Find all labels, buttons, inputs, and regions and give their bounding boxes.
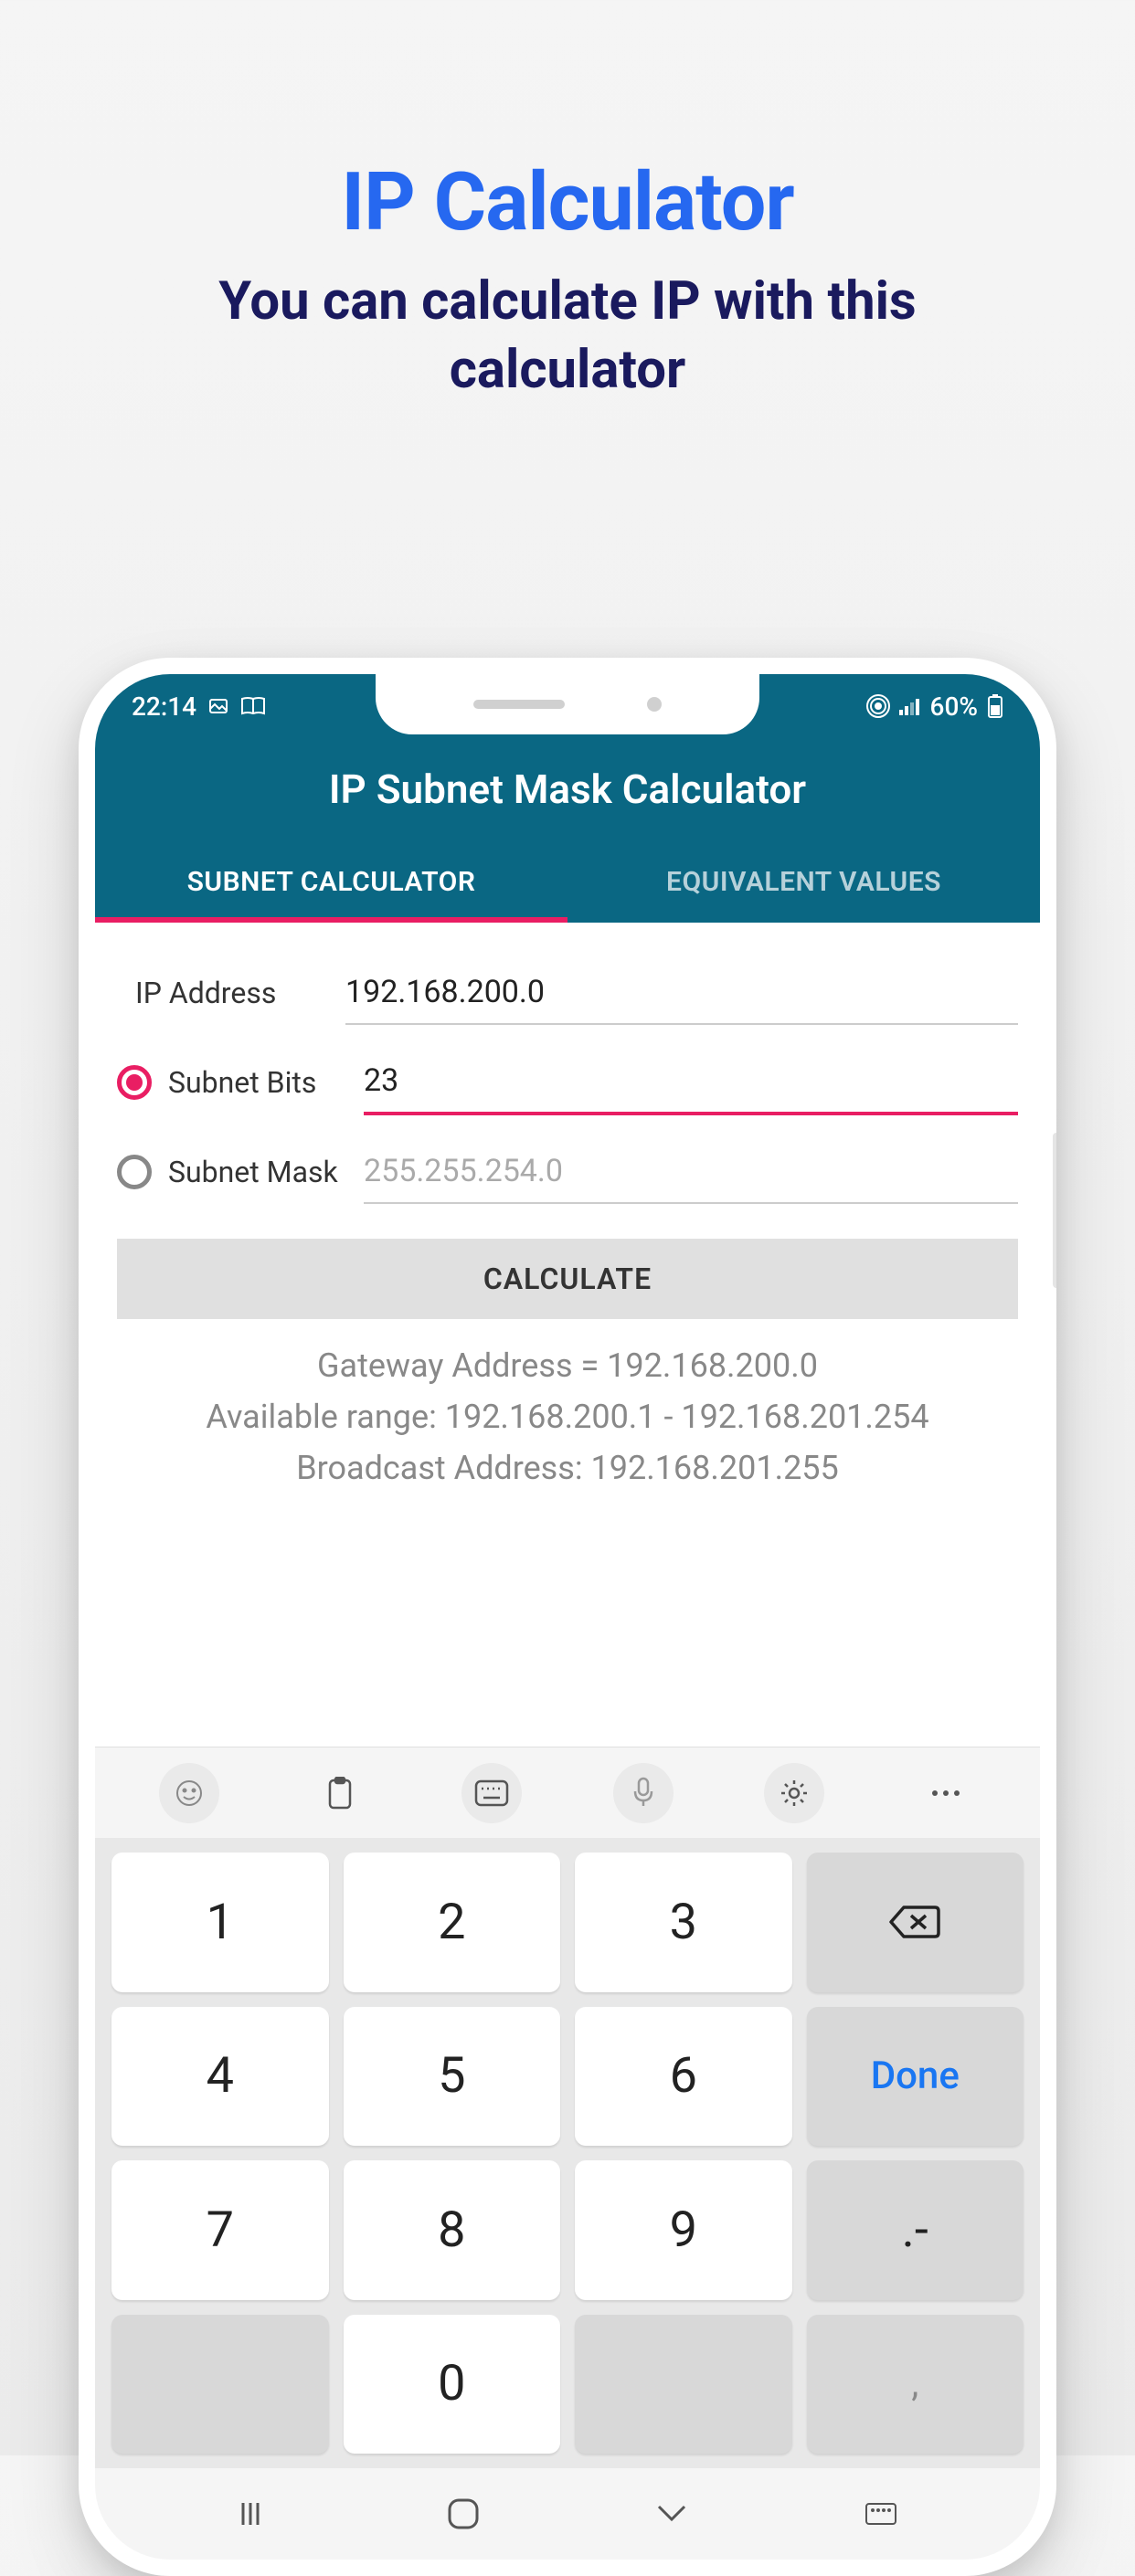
phone-camera xyxy=(647,697,662,712)
phone-mockup: 22:14 60% IP Sub xyxy=(79,658,1056,2576)
result-broadcast: Broadcast Address: 192.168.201.255 xyxy=(126,1443,1009,1494)
row-subnet-mask: Subnet Mask 255.255.254.0 xyxy=(117,1127,1018,1217)
book-icon xyxy=(240,695,266,717)
status-time: 22:14 xyxy=(132,692,196,722)
android-nav-bar xyxy=(95,2468,1040,2560)
image-icon xyxy=(207,695,229,717)
settings-icon[interactable] xyxy=(764,1763,824,1823)
subnet-bits-radio[interactable]: Subnet Bits xyxy=(117,1065,345,1100)
row-subnet-bits: Subnet Bits 23 xyxy=(117,1038,1018,1127)
key-4[interactable]: 4 xyxy=(111,2007,329,2147)
clipboard-icon[interactable] xyxy=(310,1763,370,1823)
radio-unchecked-icon xyxy=(117,1155,152,1189)
calculate-button[interactable]: CALCULATE xyxy=(117,1239,1018,1319)
signal-icon xyxy=(899,697,921,715)
key-1[interactable]: 1 xyxy=(111,1853,329,1992)
tab-bar: SUBNET CALCULATOR EQUIVALENT VALUES xyxy=(95,840,1040,923)
subnet-mask-radio[interactable]: Subnet Mask xyxy=(117,1155,345,1189)
status-battery-text: 60% xyxy=(930,692,978,722)
numeric-keyboard: 1 2 3 4 5 6 Done 7 8 9 .- 0 , xyxy=(95,1838,1040,2468)
key-7[interactable]: 7 xyxy=(111,2160,329,2300)
key-blank-left[interactable] xyxy=(111,2315,329,2455)
more-icon[interactable] xyxy=(916,1763,976,1823)
result-range: Available range: 192.168.200.1 - 192.168… xyxy=(126,1392,1009,1443)
subnet-bits-label: Subnet Bits xyxy=(168,1065,316,1100)
result-gateway: Gateway Address = 192.168.200.0 xyxy=(126,1341,1009,1392)
radio-checked-icon xyxy=(117,1065,152,1100)
microphone-icon[interactable] xyxy=(613,1763,674,1823)
promo-subtitle: You can calculate IP with this calculato… xyxy=(0,268,1135,406)
ip-address-input[interactable]: 192.168.200.0 xyxy=(345,961,1018,1025)
tab-equivalent-values[interactable]: EQUIVALENT VALUES xyxy=(568,840,1040,923)
keyboard-switch-icon[interactable] xyxy=(461,1763,522,1823)
promo-title: IP Calculator xyxy=(0,0,1135,249)
nav-home[interactable] xyxy=(436,2496,491,2532)
key-comma[interactable]: , xyxy=(807,2315,1024,2455)
tab-subnet-calculator[interactable]: SUBNET CALCULATOR xyxy=(95,840,568,923)
phone-notch xyxy=(376,674,759,734)
key-dot-dash[interactable]: .- xyxy=(807,2160,1024,2300)
subnet-mask-label: Subnet Mask xyxy=(168,1155,338,1189)
ip-address-label: IP Address xyxy=(117,976,327,1010)
nav-recents[interactable] xyxy=(227,2496,281,2532)
emoji-icon[interactable] xyxy=(159,1763,219,1823)
key-3[interactable]: 3 xyxy=(575,1853,792,1992)
subnet-mask-input[interactable]: 255.255.254.0 xyxy=(364,1140,1018,1204)
battery-icon xyxy=(987,694,1003,718)
key-6[interactable]: 6 xyxy=(575,2007,792,2147)
nav-keyboard-switch[interactable] xyxy=(854,2496,908,2532)
key-8[interactable]: 8 xyxy=(344,2160,561,2300)
keyboard-toolbar xyxy=(95,1747,1040,1838)
key-5[interactable]: 5 xyxy=(344,2007,561,2147)
nav-back[interactable] xyxy=(644,2496,699,2532)
hotspot-icon xyxy=(866,694,890,718)
key-done[interactable]: Done xyxy=(807,2007,1024,2147)
phone-side-button xyxy=(1053,1133,1056,1288)
key-2[interactable]: 2 xyxy=(344,1853,561,1992)
key-9[interactable]: 9 xyxy=(575,2160,792,2300)
subnet-bits-input[interactable]: 23 xyxy=(364,1050,1018,1115)
phone-speaker xyxy=(473,700,565,709)
app-bar-title: IP Subnet Mask Calculator xyxy=(95,738,1040,840)
row-ip-address: IP Address 192.168.200.0 xyxy=(117,948,1018,1038)
key-0[interactable]: 0 xyxy=(344,2315,561,2455)
results-panel: Gateway Address = 192.168.200.0 Availabl… xyxy=(117,1319,1018,1515)
key-backspace[interactable] xyxy=(807,1853,1024,1992)
key-blank-right[interactable] xyxy=(575,2315,792,2455)
